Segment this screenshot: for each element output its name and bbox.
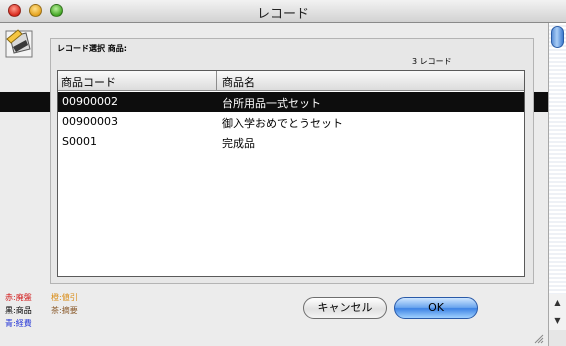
cancel-button[interactable]: キャンセル: [303, 297, 387, 319]
scroll-arrows: ▲ ▼: [548, 294, 566, 330]
legend-black: 黒:商品: [5, 306, 32, 315]
title-bar[interactable]: レコード: [0, 0, 566, 23]
column-header-name[interactable]: 商品名: [222, 74, 255, 90]
scroll-thumb[interactable]: [551, 26, 564, 48]
scroll-corner: [548, 330, 566, 346]
legend-brown: 茶:摘要: [51, 306, 78, 315]
app-icon: [5, 29, 33, 58]
ok-button[interactable]: OK: [394, 297, 478, 319]
row-name: 台所用品一式セット: [222, 97, 321, 110]
column-divider[interactable]: [216, 71, 217, 91]
list-header: 商品コード 商品名: [58, 71, 524, 91]
legend-orange: 橙:値引: [51, 293, 78, 302]
row-code: 00900003: [62, 115, 118, 128]
record-count: 3 レコード: [412, 57, 452, 66]
legend-red: 赤:廃盤: [5, 293, 32, 302]
row-name: 完成品: [222, 137, 255, 150]
scroll-up-arrow-icon[interactable]: ▲: [549, 294, 566, 312]
record-list[interactable]: 商品コード 商品名 00900002 台所用品一式セット 00900003 御入…: [57, 70, 525, 277]
row-name: 御入学おめでとうセット: [222, 117, 343, 130]
row-code: S0001: [62, 135, 97, 148]
table-row[interactable]: 00900003 御入学おめでとうセット: [58, 112, 524, 132]
column-header-code[interactable]: 商品コード: [61, 74, 116, 90]
table-row[interactable]: 00900002 台所用品一式セット: [58, 92, 524, 112]
row-code: 00900002: [62, 95, 118, 108]
vertical-scrollbar[interactable]: [548, 23, 566, 323]
resize-grip-icon[interactable]: [532, 332, 544, 344]
group-label: レコード選択 商品:: [57, 44, 127, 53]
scroll-down-arrow-icon[interactable]: ▼: [549, 312, 566, 330]
window-title: レコード: [256, 7, 309, 22]
table-row[interactable]: S0001 完成品: [58, 132, 524, 152]
legend-blue: 青:経費: [5, 319, 32, 328]
